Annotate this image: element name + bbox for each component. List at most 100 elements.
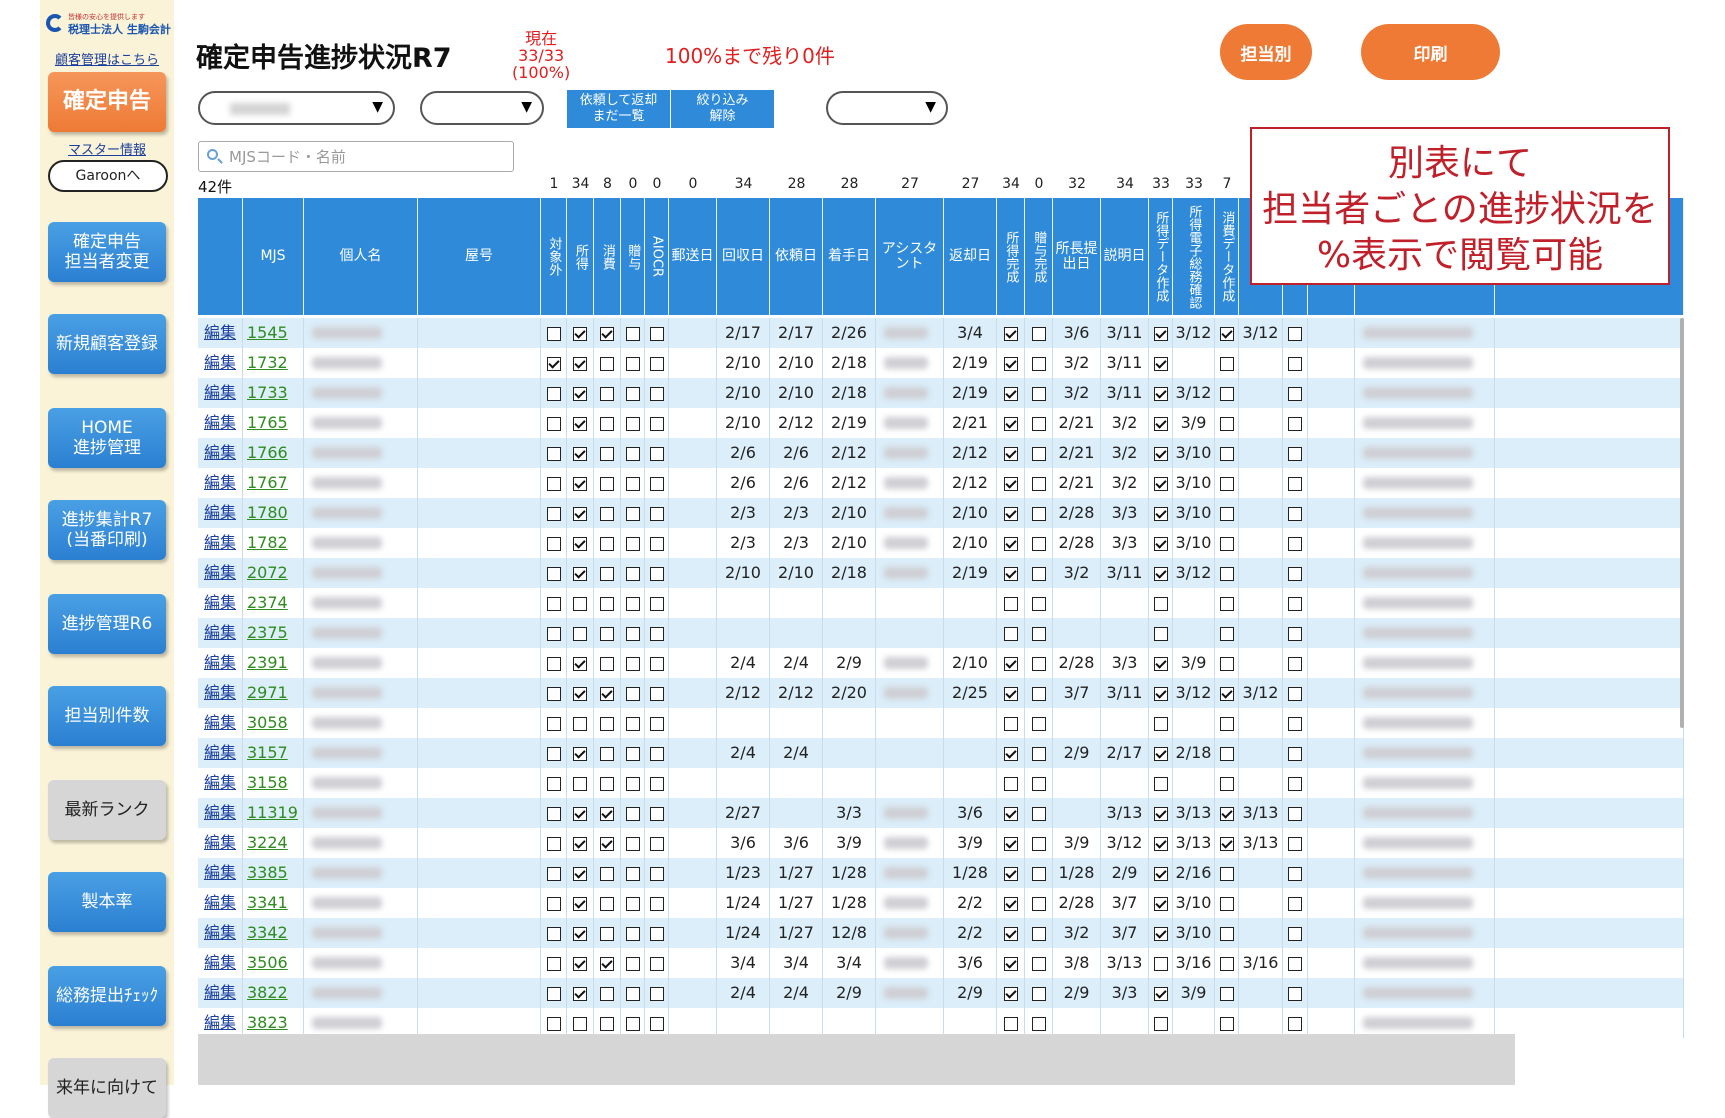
cdata-checkbox[interactable] [1219,746,1234,761]
mjs-code-link[interactable]: 1780 [243,498,304,528]
column-header[interactable]: 消費 [594,198,621,315]
mjs-code-link[interactable]: 1765 [243,408,304,438]
mjs-code-link[interactable]: 3058 [243,708,304,738]
idata-checkbox[interactable] [1153,716,1168,731]
column-header[interactable]: 依頼日 [770,198,823,315]
category-checkbox[interactable] [600,956,614,971]
edit-link[interactable]: 編集 [198,858,243,888]
idone-checkbox[interactable] [1003,956,1018,971]
category-checkbox[interactable] [573,686,587,701]
category-checkbox[interactable] [573,956,587,971]
category-checkbox[interactable] [600,866,614,881]
category-checkbox[interactable] [573,926,587,941]
category-checkbox[interactable] [625,836,640,851]
idata-checkbox[interactable] [1153,506,1168,521]
column-header[interactable]: 所長提出日 [1053,198,1101,315]
mjs-code-link[interactable]: 3224 [243,828,304,858]
last-checkbox[interactable] [1288,326,1302,341]
idata-checkbox[interactable] [1153,446,1168,461]
column-header[interactable]: 所得 [567,198,594,315]
idone-checkbox[interactable] [1003,386,1018,401]
category-checkbox[interactable] [600,386,614,401]
category-checkbox[interactable] [649,596,664,611]
cdata-checkbox[interactable] [1219,896,1234,911]
column-header[interactable]: 返却日 [944,198,997,315]
mjs-code-link[interactable]: 1766 [243,438,304,468]
edit-link[interactable]: 編集 [198,798,243,828]
category-checkbox[interactable] [625,716,640,731]
last-checkbox[interactable] [1288,956,1302,971]
edit-link[interactable]: 編集 [198,918,243,948]
gdone-checkbox[interactable] [1031,956,1046,971]
category-checkbox[interactable] [649,806,664,821]
category-checkbox[interactable] [649,986,664,1001]
mjs-code-link[interactable]: 2971 [243,678,304,708]
category-checkbox[interactable] [625,686,640,701]
last-checkbox[interactable] [1288,806,1302,821]
category-checkbox[interactable] [600,836,614,851]
idone-checkbox[interactable] [1003,776,1018,791]
idata-checkbox[interactable] [1153,416,1168,431]
category-checkbox[interactable] [649,836,664,851]
category-checkbox[interactable] [625,926,640,941]
cdata-checkbox[interactable] [1219,926,1234,941]
cdata-checkbox[interactable] [1219,806,1234,821]
category-checkbox[interactable] [546,986,561,1001]
mjs-code-link[interactable]: 1767 [243,468,304,498]
category-checkbox[interactable] [625,326,640,341]
cdata-checkbox[interactable] [1219,566,1234,581]
edit-link[interactable]: 編集 [198,348,243,378]
category-checkbox[interactable] [573,596,587,611]
column-header[interactable]: 贈与完成 [1025,198,1053,315]
idata-checkbox[interactable] [1153,956,1168,971]
cdata-checkbox[interactable] [1219,596,1234,611]
last-checkbox[interactable] [1288,626,1302,641]
last-checkbox[interactable] [1288,716,1302,731]
category-checkbox[interactable] [546,746,561,761]
gdone-checkbox[interactable] [1031,446,1046,461]
cdata-checkbox[interactable] [1219,836,1234,851]
category-checkbox[interactable] [600,416,614,431]
idone-checkbox[interactable] [1003,896,1018,911]
idone-checkbox[interactable] [1003,326,1018,341]
idata-checkbox[interactable] [1153,596,1168,611]
category-checkbox[interactable] [625,536,640,551]
mjs-code-link[interactable]: 1733 [243,378,304,408]
category-checkbox[interactable] [649,476,664,491]
last-checkbox[interactable] [1288,566,1302,581]
idone-checkbox[interactable] [1003,356,1018,371]
category-checkbox[interactable] [649,566,664,581]
idata-checkbox[interactable] [1153,656,1168,671]
category-checkbox[interactable] [546,836,561,851]
last-checkbox[interactable] [1288,836,1302,851]
category-checkbox[interactable] [573,776,587,791]
mjs-code-link[interactable]: 3342 [243,918,304,948]
idata-checkbox[interactable] [1153,806,1168,821]
column-header[interactable]: 屋号 [418,198,541,315]
last-checkbox[interactable] [1288,1016,1302,1031]
idata-checkbox[interactable] [1153,986,1168,1001]
category-checkbox[interactable] [573,626,587,641]
category-checkbox[interactable] [649,416,664,431]
last-checkbox[interactable] [1288,866,1302,881]
idata-checkbox[interactable] [1153,386,1168,401]
idone-checkbox[interactable] [1003,686,1018,701]
column-header[interactable]: AIOCR [645,198,669,315]
mjs-code-link[interactable]: 1782 [243,528,304,558]
category-checkbox[interactable] [625,776,640,791]
category-checkbox[interactable] [573,326,587,341]
edit-link[interactable]: 編集 [198,318,243,348]
category-checkbox[interactable] [625,566,640,581]
category-checkbox[interactable] [600,506,614,521]
edit-link[interactable]: 編集 [198,468,243,498]
category-checkbox[interactable] [546,476,561,491]
column-header[interactable]: アシスタント [876,198,944,315]
category-checkbox[interactable] [573,356,587,371]
idata-checkbox[interactable] [1153,536,1168,551]
gdone-checkbox[interactable] [1031,416,1046,431]
category-checkbox[interactable] [573,536,587,551]
last-checkbox[interactable] [1288,476,1302,491]
idata-checkbox[interactable] [1153,326,1168,341]
category-checkbox[interactable] [573,866,587,881]
edit-link[interactable]: 編集 [198,978,243,1008]
